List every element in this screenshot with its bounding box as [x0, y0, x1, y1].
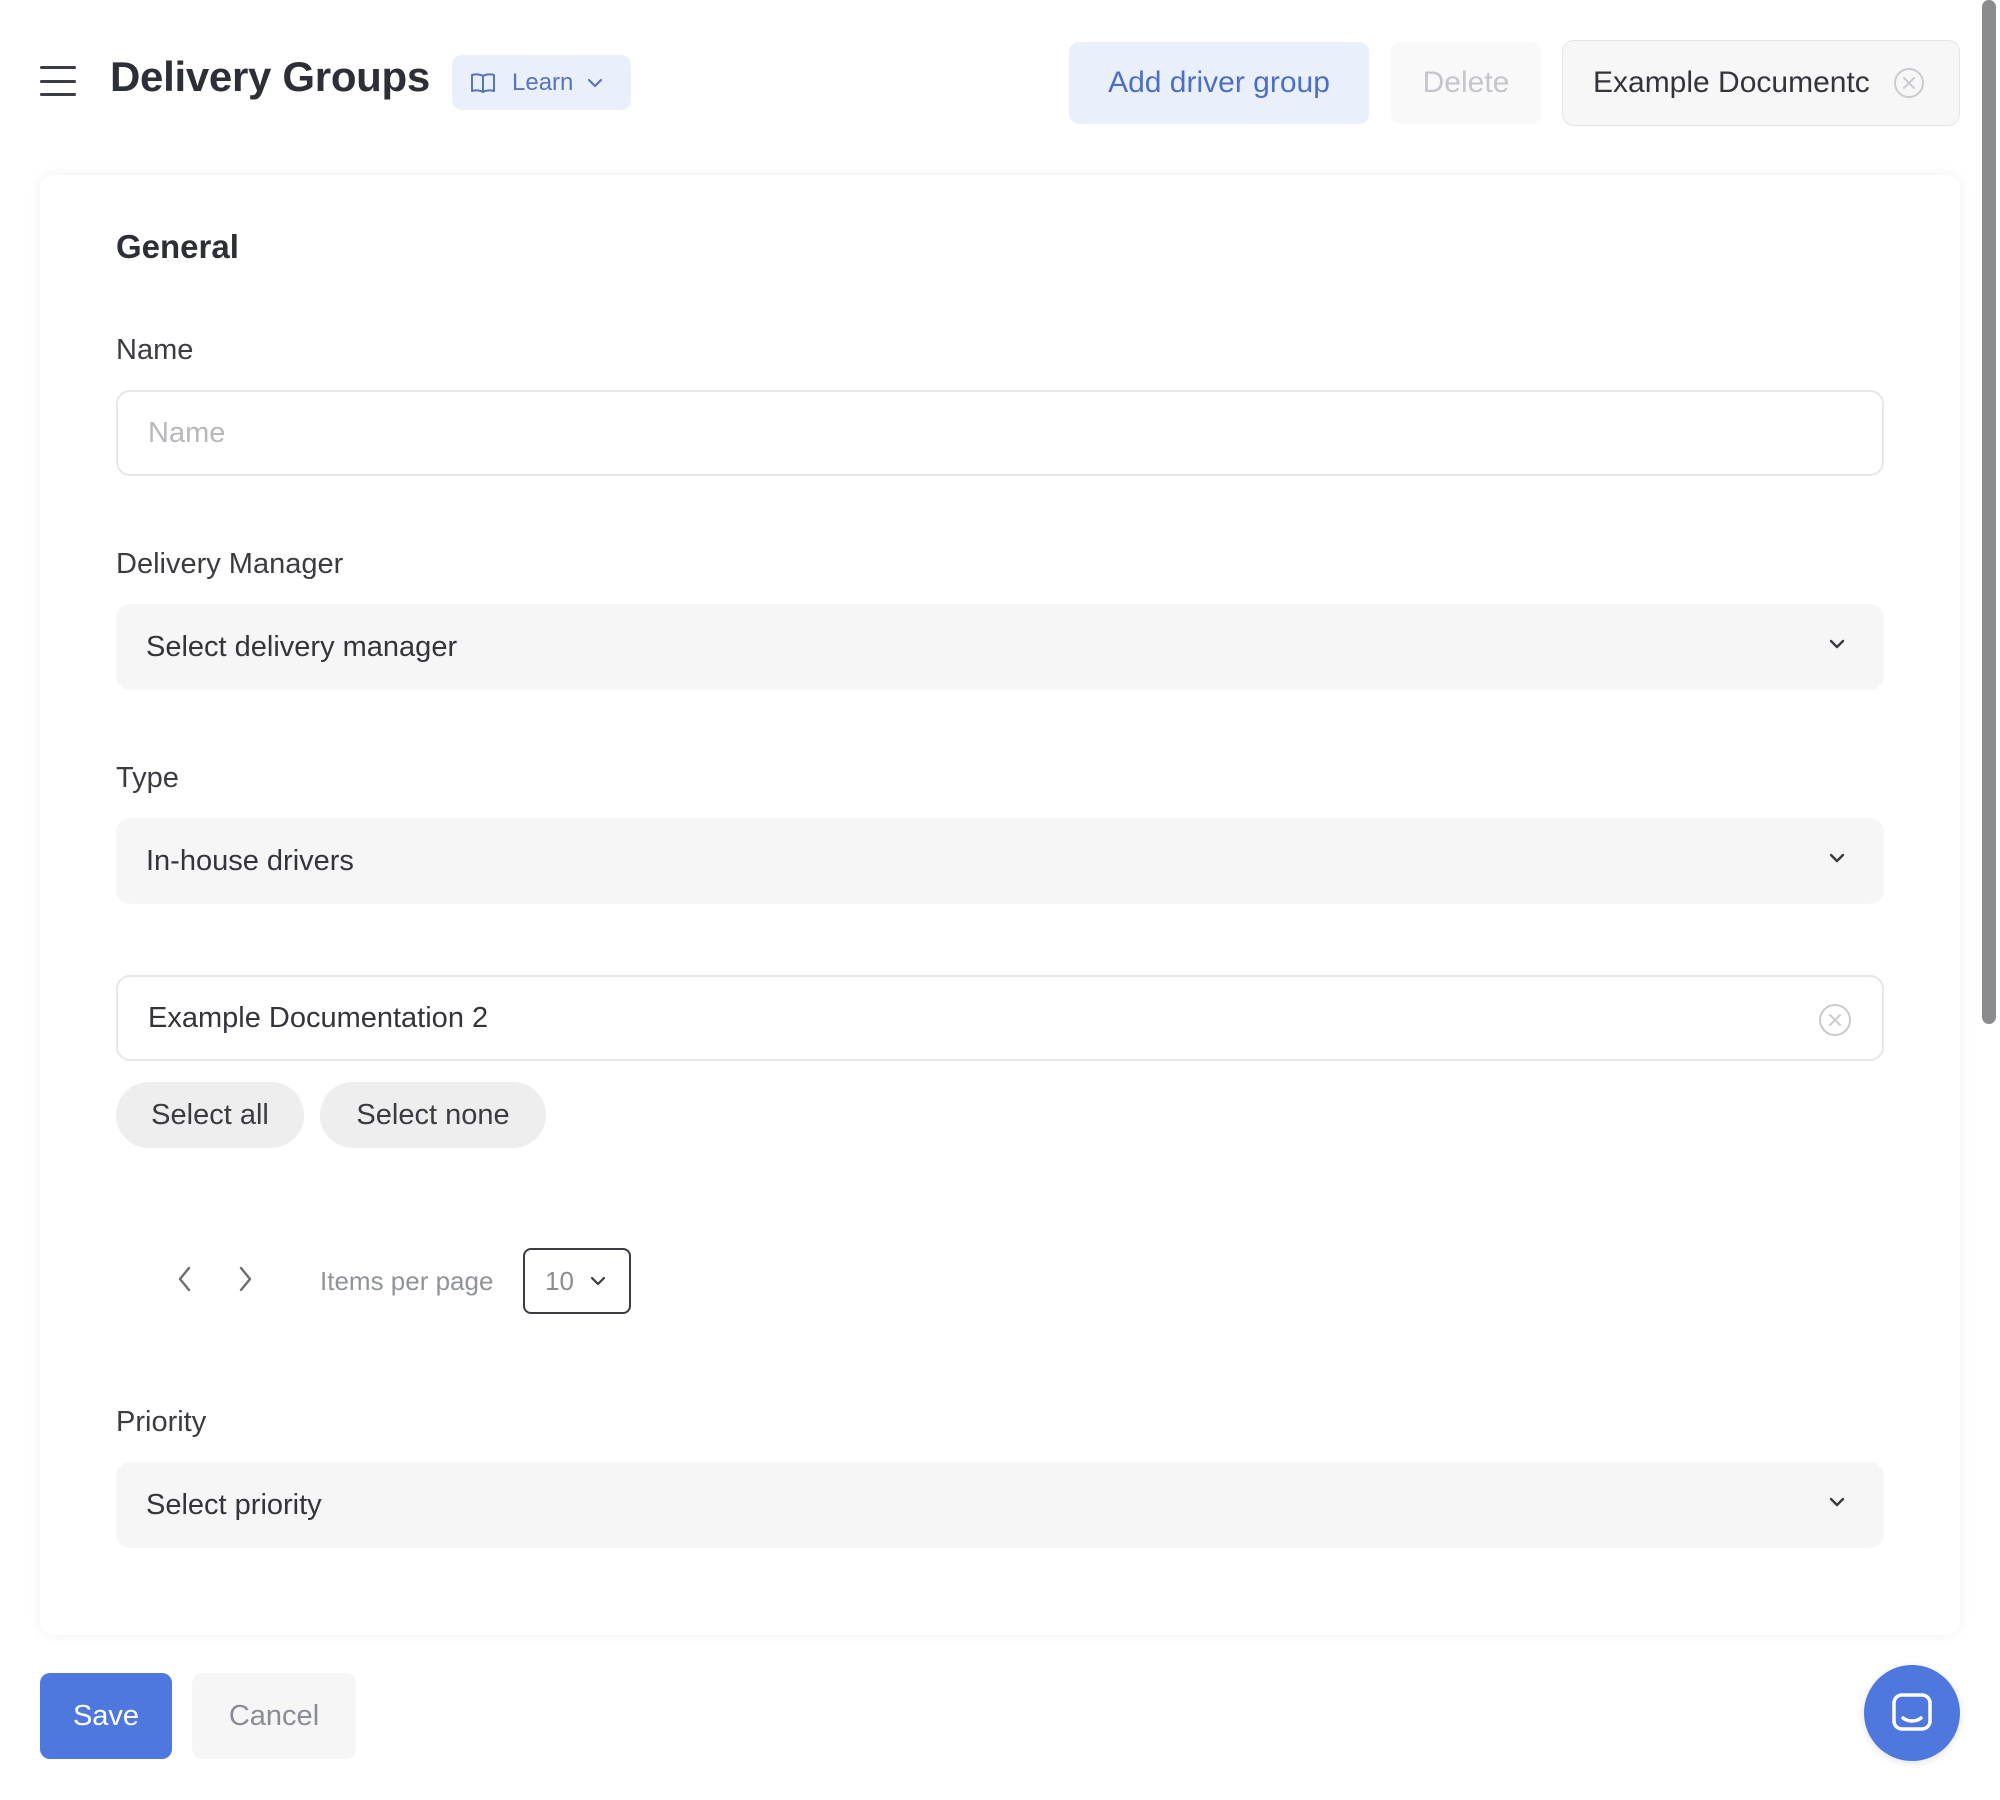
add-driver-group-button[interactable]: Add driver group	[1069, 42, 1369, 124]
save-button[interactable]: Save	[40, 1673, 172, 1759]
document-chip[interactable]: Example Documentc	[1562, 40, 1960, 126]
documentation-value: Example Documentation 2	[148, 1001, 489, 1034]
learn-label: Learn	[512, 68, 574, 96]
chat-button[interactable]	[1864, 1665, 1960, 1761]
name-label: Name	[116, 334, 194, 366]
chat-icon	[1892, 1693, 1932, 1731]
chevron-down-icon	[1829, 1497, 1845, 1507]
delivery-manager-label: Delivery Manager	[116, 548, 344, 580]
hamburger-line	[40, 66, 76, 69]
page-title: Delivery Groups	[110, 53, 430, 100]
priority-select[interactable]: Select priority	[116, 1462, 1884, 1548]
chevron-left-icon[interactable]	[174, 1264, 196, 1294]
chevron-down-icon	[1829, 639, 1845, 649]
learn-dropdown-button[interactable]: Learn	[452, 55, 631, 110]
type-value: In-house drivers	[146, 844, 354, 877]
select-all-button[interactable]: Select all	[116, 1082, 304, 1148]
document-chip-label: Example Documentc	[1593, 66, 1870, 99]
select-none-button[interactable]: Select none	[320, 1082, 546, 1148]
delivery-manager-select[interactable]: Select delivery manager	[116, 604, 1884, 690]
priority-value: Select priority	[146, 1488, 322, 1521]
vertical-scrollbar[interactable]	[1982, 0, 1996, 1024]
name-input[interactable]	[116, 390, 1884, 476]
priority-label: Priority	[116, 1406, 207, 1438]
chevron-down-icon	[590, 1276, 606, 1286]
items-per-page-label: Items per page	[320, 1266, 494, 1296]
section-title: General	[116, 228, 239, 265]
delivery-manager-value: Select delivery manager	[146, 630, 458, 663]
chevron-down-icon	[1829, 853, 1845, 863]
hamburger-line	[40, 79, 76, 83]
type-select[interactable]: In-house drivers	[116, 818, 1884, 904]
hamburger-menu-icon[interactable]	[40, 66, 76, 96]
cancel-button[interactable]: Cancel	[192, 1673, 356, 1759]
chevron-down-icon	[588, 78, 603, 87]
circle-x-icon[interactable]	[1893, 67, 1925, 99]
circle-x-icon[interactable]	[1818, 1003, 1852, 1037]
chevron-right-icon[interactable]	[234, 1264, 256, 1294]
items-per-page-value: 10	[545, 1265, 574, 1296]
type-label: Type	[116, 762, 179, 794]
items-per-page-select[interactable]: 10	[523, 1248, 631, 1314]
documentation-field[interactable]: Example Documentation 2	[116, 975, 1884, 1061]
hamburger-line	[40, 93, 76, 96]
book-icon	[471, 72, 495, 93]
delete-button[interactable]: Delete	[1391, 42, 1541, 124]
